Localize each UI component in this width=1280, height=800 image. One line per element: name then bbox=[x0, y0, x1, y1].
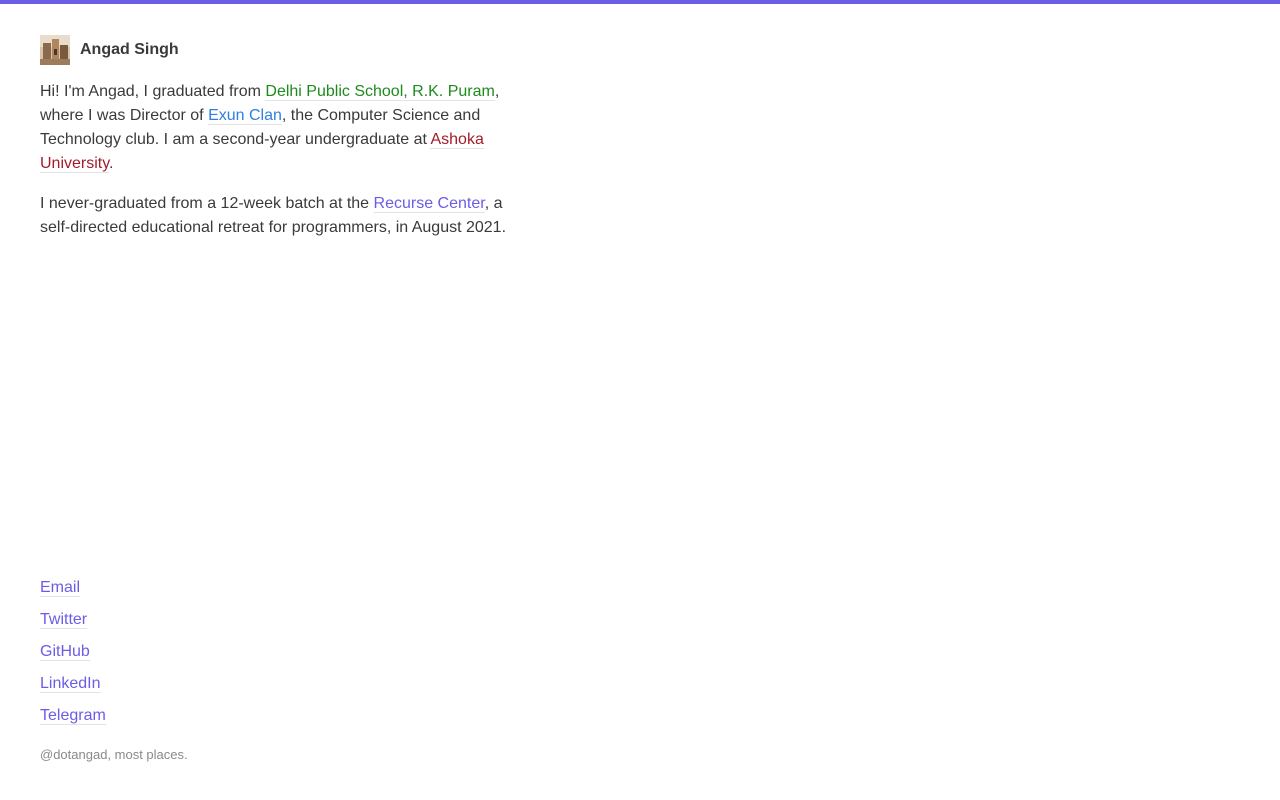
top-accent-bar bbox=[0, 0, 1280, 4]
handle-note: @dotangad, most places. bbox=[40, 747, 188, 762]
social-item: LinkedIn bbox=[40, 672, 106, 704]
email-link[interactable]: Email bbox=[40, 579, 81, 597]
site-header: Angad Singh bbox=[40, 35, 179, 65]
intro-paragraph-2: I never-graduated from a 12-week batch a… bbox=[40, 192, 512, 240]
social-item: Telegram bbox=[40, 704, 106, 736]
github-link[interactable]: GitHub bbox=[40, 643, 90, 661]
social-links: Email Twitter GitHub LinkedIn Telegram bbox=[40, 576, 106, 736]
exun-clan-link[interactable]: Exun Clan bbox=[208, 107, 282, 125]
linkedin-link[interactable]: LinkedIn bbox=[40, 675, 101, 693]
intro-paragraph-1: Hi! I'm Angad, I graduated from Delhi Pu… bbox=[40, 80, 512, 176]
social-item: Email bbox=[40, 576, 106, 608]
avatar[interactable] bbox=[40, 35, 70, 65]
social-item: Twitter bbox=[40, 608, 106, 640]
recurse-center-link[interactable]: Recurse Center bbox=[373, 195, 485, 213]
intro-section: Hi! I'm Angad, I graduated from Delhi Pu… bbox=[40, 80, 512, 256]
site-name: Angad Singh bbox=[80, 41, 179, 58]
social-item: GitHub bbox=[40, 640, 106, 672]
intro-text: . bbox=[109, 155, 114, 172]
school-link[interactable]: Delhi Public School, R.K. Puram bbox=[265, 83, 495, 101]
twitter-link[interactable]: Twitter bbox=[40, 611, 88, 629]
telegram-link[interactable]: Telegram bbox=[40, 707, 106, 725]
intro-text: I never-graduated from a 12-week batch a… bbox=[40, 195, 374, 212]
intro-text: Hi! I'm Angad, I graduated from bbox=[40, 83, 266, 100]
